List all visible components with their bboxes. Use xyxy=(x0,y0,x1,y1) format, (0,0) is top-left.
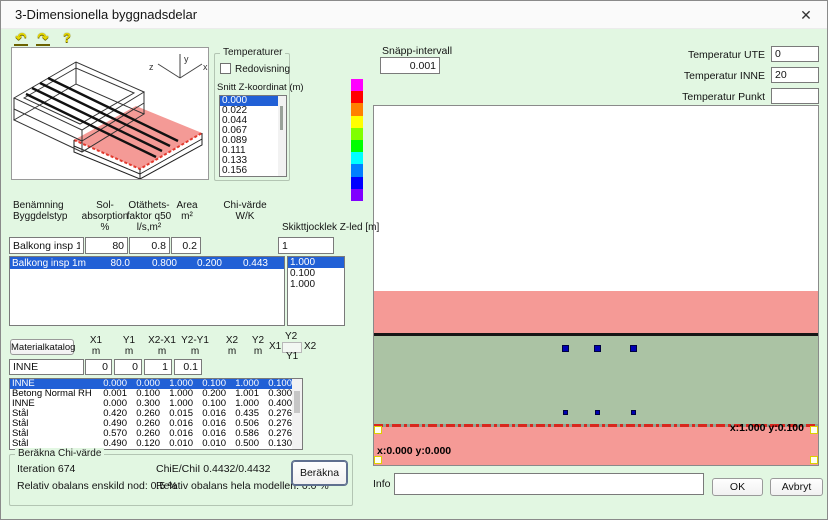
skikt-list[interactable]: 1.000 0.100 1.000 xyxy=(287,256,345,326)
coord-label-bottom-left: x:0.000 y:0.000 xyxy=(377,445,451,457)
skikt-list-item[interactable]: 1.000 xyxy=(288,279,344,290)
dialog-3d-byggnadsdelar: 3-Dimensionella byggnadsdelar ✕ ↶ ↷ ? xyxy=(0,0,828,520)
coord-dx-input[interactable] xyxy=(144,359,172,375)
coord-label-top-right: x:1.000 y:0.100 xyxy=(730,422,804,434)
z-coordinate-list[interactable]: 0.000 0.022 0.044 0.067 0.089 0.111 0.13… xyxy=(219,95,287,177)
coord-x1-input[interactable] xyxy=(85,359,112,375)
undo-glyph: ↶ xyxy=(16,30,27,45)
steel-node-marker[interactable] xyxy=(562,345,569,352)
axis-icon xyxy=(158,54,202,78)
coord-header-dy: Y2-Y1 m xyxy=(177,335,213,357)
temp-ute-input[interactable] xyxy=(771,46,819,62)
steel-node-marker[interactable] xyxy=(595,410,600,415)
skikt-list-item[interactable]: 1.000 xyxy=(288,257,344,268)
skikt-input[interactable] xyxy=(278,237,334,254)
parts-header-chi: Chi-värde W/K xyxy=(221,200,269,222)
part-name: Balkong insp 1m xyxy=(12,258,102,270)
info-input[interactable] xyxy=(394,473,704,495)
redovisning-label: Redovisning xyxy=(235,64,290,75)
compass-left: X1 xyxy=(269,341,281,352)
part-area: 0.200 xyxy=(177,258,222,270)
selection-handle[interactable] xyxy=(810,426,818,434)
steel-node-marker[interactable] xyxy=(563,410,568,415)
part-q50-input[interactable] xyxy=(129,237,170,254)
coord-header-x1: X1 m xyxy=(82,335,110,357)
skikt-label: Skikttjocklek Z-led [m] xyxy=(282,222,379,233)
wireframe-drawing: y z x xyxy=(12,48,208,179)
iteration-text: Iteration 674 xyxy=(17,463,75,475)
temp-inne-label: Temperatur INNE xyxy=(684,70,765,82)
z-list-scrollbar[interactable] xyxy=(278,96,286,176)
snapp-input[interactable] xyxy=(380,57,440,74)
coordinate-table[interactable]: INNE0.0000.0001.0000.1001.0000.100 Beton… xyxy=(9,378,303,450)
compass-top: Y2 xyxy=(285,331,297,342)
redo-underline xyxy=(36,44,50,46)
coord-name-input[interactable] xyxy=(9,359,84,375)
coord-header-y2: Y2 m xyxy=(244,335,272,357)
model-3d-preview: y z x xyxy=(11,47,209,180)
part-name-input[interactable] xyxy=(9,237,84,254)
redo-glyph: ↷ xyxy=(38,30,49,45)
help-icon[interactable]: ? xyxy=(59,31,75,46)
compass-right: X2 xyxy=(304,341,316,352)
skikt-list-item[interactable]: 0.100 xyxy=(288,268,344,279)
axis-z-label: z xyxy=(149,62,154,72)
color-scale xyxy=(351,79,363,201)
selection-handle[interactable] xyxy=(374,456,382,464)
redovisning-checkbox[interactable] xyxy=(220,63,231,74)
snitt-z-label: Snitt Z-koordinat (m) xyxy=(217,82,304,93)
temp-inne-input[interactable] xyxy=(771,67,819,83)
window-title: 3-Dimensionella byggnadsdelar xyxy=(15,7,197,22)
redo-icon[interactable]: ↷ xyxy=(35,31,51,46)
layer-band-pink-top[interactable] xyxy=(374,291,818,333)
info-label: Info xyxy=(373,478,391,490)
part-sol-input[interactable] xyxy=(85,237,128,254)
part-area-input[interactable] xyxy=(171,237,201,254)
coord-header-x2: X2 m xyxy=(218,335,246,357)
axis-y-label: y xyxy=(184,54,189,64)
close-icon[interactable]: ✕ xyxy=(797,6,815,24)
coord-y1-input[interactable] xyxy=(114,359,142,375)
parts-header-area: Area m² xyxy=(169,200,205,222)
z-list-item[interactable]: 0.178 xyxy=(220,176,286,177)
steel-node-marker[interactable] xyxy=(631,410,636,415)
titlebar: 3-Dimensionella byggnadsdelar ✕ xyxy=(1,1,827,29)
cancel-button[interactable]: Avbryt xyxy=(770,478,823,496)
undo-underline xyxy=(14,44,28,46)
coordinate-table-scrollbar[interactable] xyxy=(292,379,302,449)
compass-bottom: Y1 xyxy=(286,351,298,362)
parts-list[interactable]: Balkong insp 1m 80.0 0.800 0.200 0.443 xyxy=(9,256,285,326)
berakna-button[interactable]: Beräkna xyxy=(292,461,347,485)
coord-header-y1: Y1 m xyxy=(115,335,143,357)
temperaturer-group-label: Temperaturer xyxy=(220,47,285,58)
parts-header-name: Benämning Byggdelstyp xyxy=(13,200,67,222)
ok-button[interactable]: OK xyxy=(712,478,763,496)
parts-list-row[interactable]: Balkong insp 1m 80.0 0.800 0.200 0.443 xyxy=(10,257,284,269)
part-sol: 80.0 xyxy=(102,258,130,270)
temp-punkt-label: Temperatur Punkt xyxy=(682,91,765,103)
parts-header-q50: Otäthets- faktor q50 l/s,m² xyxy=(125,200,173,233)
part-q50: 0.800 xyxy=(130,258,177,270)
cross-section-canvas[interactable]: x:1.000 y:0.100 x:0.000 y:0.000 xyxy=(373,105,819,466)
berakna-group-label: Beräkna Chi-värde xyxy=(15,448,104,459)
selection-handle[interactable] xyxy=(374,426,382,434)
selection-handle[interactable] xyxy=(810,456,818,464)
steel-node-marker[interactable] xyxy=(594,345,601,352)
axis-x-label: x xyxy=(203,62,208,72)
coord-header-dx: X2-X1 m xyxy=(144,335,180,357)
chi-ratio-text: ChiE/ChiI 0.4432/0.4432 xyxy=(156,463,270,475)
coord-dy-input[interactable] xyxy=(174,359,202,375)
steel-node-marker[interactable] xyxy=(630,345,637,352)
materialkatalog-button[interactable]: Materialkatalog xyxy=(10,339,74,355)
help-glyph: ? xyxy=(63,30,71,45)
parts-header-sol: Sol- absorption % xyxy=(81,200,129,233)
part-chi: 0.443 xyxy=(222,258,268,270)
temp-punkt-input[interactable] xyxy=(771,88,819,104)
snapp-label: Snäpp-intervall xyxy=(382,45,452,57)
undo-icon[interactable]: ↶ xyxy=(13,31,29,46)
obalans-nod-text: Relativ obalans enskild nod: 0.5 % xyxy=(17,480,178,492)
temp-ute-label: Temperatur UTE xyxy=(688,49,765,61)
